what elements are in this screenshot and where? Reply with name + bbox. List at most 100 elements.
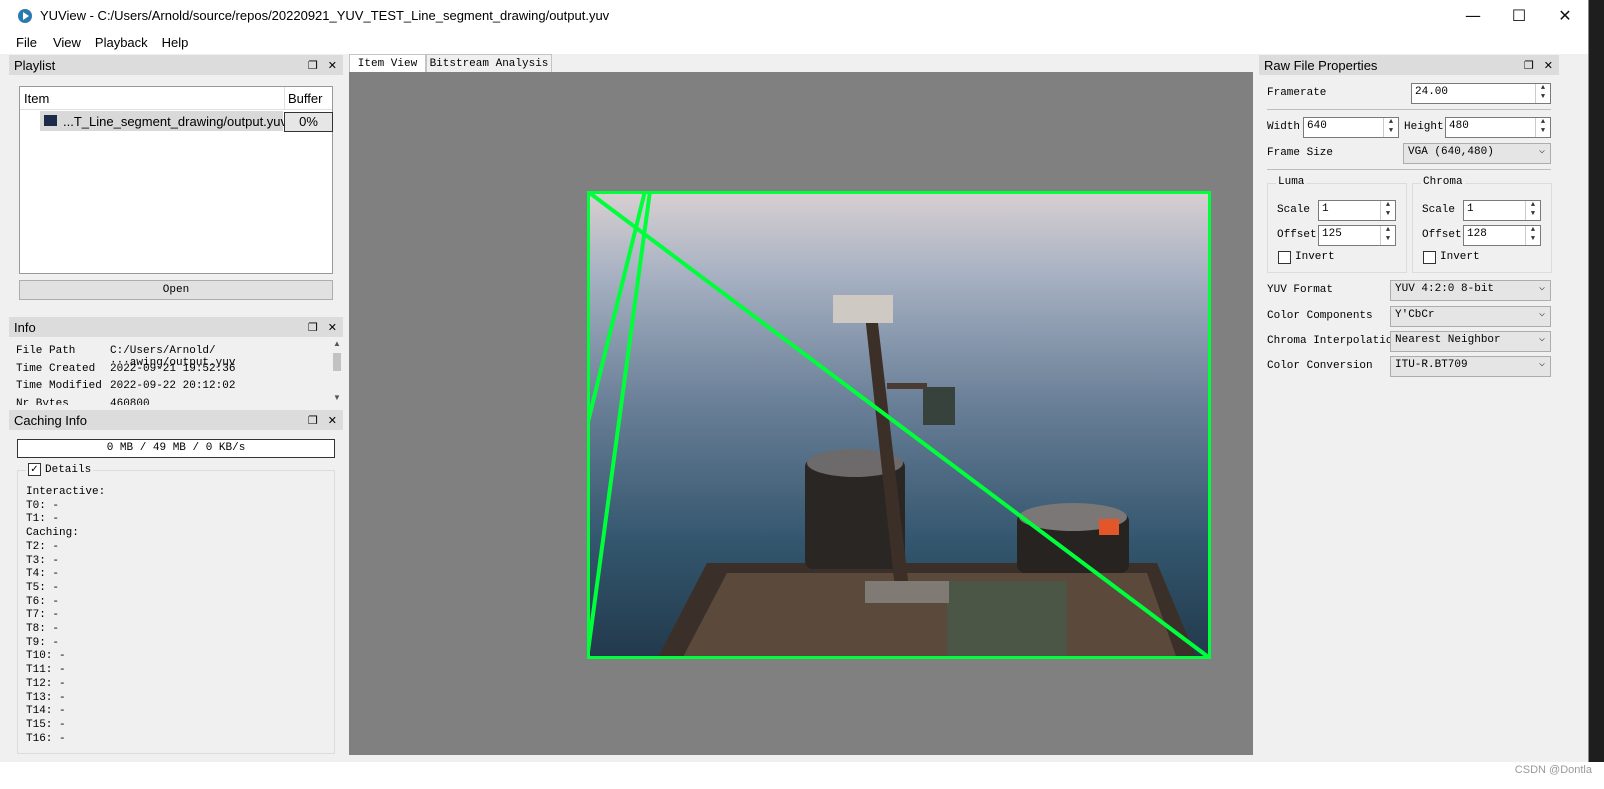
close-icon[interactable]: ✕	[328, 414, 337, 427]
menu-bar: File View Playback Help	[0, 31, 1588, 54]
playlist-item-name: ...T_Line_segment_drawing/output.yuv	[63, 114, 288, 129]
bottom-strip: CSDN @Dontla	[0, 762, 1604, 789]
spin-arrows-icon[interactable]: ▲ ▼	[1525, 201, 1540, 220]
item-view-canvas[interactable]	[349, 72, 1253, 755]
color-components-select[interactable]: Y'CbCr ⌵	[1390, 306, 1551, 327]
spin-arrows-icon[interactable]: ▲ ▼	[1525, 226, 1540, 245]
chevron-down-icon: ⌵	[1538, 359, 1545, 370]
buffer-progress: 0%	[284, 112, 333, 132]
info-dock: Info ❐ ✕ File Path C:/Users/Arnold/···awi…	[9, 317, 343, 405]
cache-line: T6: -	[26, 595, 60, 608]
cache-line: T13: -	[26, 691, 66, 704]
spin-arrows-icon[interactable]: ▲ ▼	[1383, 118, 1398, 137]
cache-line: T12: -	[26, 677, 66, 690]
close-icon[interactable]: ✕	[1544, 59, 1553, 72]
chroma-scale-label: Scale	[1422, 204, 1456, 216]
spin-arrows-icon[interactable]: ▲ ▼	[1535, 118, 1550, 137]
spin-arrows-icon[interactable]: ▲ ▼	[1380, 201, 1395, 220]
luma-scale-label: Scale	[1277, 204, 1311, 216]
close-button[interactable]: ✕	[1542, 0, 1588, 31]
details-checkbox-row[interactable]: ✓ Details	[26, 463, 94, 476]
menu-playback[interactable]: Playback	[95, 35, 148, 50]
tab-bitstream-analysis[interactable]: Bitstream Analysis	[426, 54, 552, 73]
spin-arrows-icon[interactable]: ▲ ▼	[1535, 84, 1550, 103]
chroma-interpolation-value: Nearest Neighbor	[1395, 334, 1501, 346]
pole-lamp	[923, 387, 955, 425]
luma-title: Luma	[1276, 176, 1307, 188]
width-spinbox[interactable]: 640 ▲ ▼	[1303, 117, 1399, 138]
close-icon[interactable]: ✕	[328, 321, 337, 334]
details-group: ✓ Details Interactive: T0: - T1: - Cachi…	[17, 463, 335, 754]
yuv-format-value: YUV 4:2:0 8-bit	[1395, 283, 1495, 295]
column-item[interactable]: Item	[24, 91, 49, 106]
cache-line: Interactive:	[26, 486, 106, 498]
color-conversion-select[interactable]: ITU-R.BT709 ⌵	[1390, 356, 1551, 377]
minimize-button[interactable]: —	[1450, 0, 1496, 31]
float-icon[interactable]: ❐	[308, 414, 318, 427]
chroma-interpolation-select[interactable]: Nearest Neighbor ⌵	[1390, 331, 1551, 352]
spin-arrows-icon[interactable]: ▲ ▼	[1380, 226, 1395, 245]
menu-file[interactable]: File	[16, 35, 37, 50]
menu-help[interactable]: Help	[162, 35, 189, 50]
info-table: File Path C:/Users/Arnold/···awing/outpu…	[9, 339, 331, 405]
info-key: Nr Bytes	[16, 398, 69, 405]
tab-item-view[interactable]: Item View	[349, 54, 426, 73]
dock-board	[947, 581, 1067, 659]
info-scrollbar[interactable]: ▲ ▼	[331, 339, 343, 402]
chroma-scale-spinbox[interactable]: 1 ▲ ▼	[1463, 200, 1541, 221]
framerate-value: 24.00	[1415, 86, 1449, 98]
menu-view[interactable]: View	[53, 35, 81, 50]
cache-line: T11: -	[26, 664, 66, 677]
info-value: 2022-09-21 19:52:36	[110, 363, 236, 375]
luma-invert-label: Invert	[1295, 251, 1335, 263]
video-frame	[587, 191, 1211, 659]
minimize-icon: —	[1465, 6, 1481, 25]
float-icon[interactable]: ❐	[308, 321, 318, 334]
luma-scale-value: 1	[1322, 203, 1329, 215]
height-spinbox[interactable]: 480 ▲ ▼	[1445, 117, 1551, 138]
chevron-down-icon: ⌵	[1538, 309, 1545, 320]
cache-line: T7: -	[26, 609, 60, 622]
chevron-down-icon: ⌵	[1538, 283, 1545, 294]
chroma-offset-spinbox[interactable]: 128 ▲ ▼	[1463, 225, 1541, 246]
open-button-label: Open	[162, 284, 190, 296]
float-icon[interactable]: ❐	[308, 59, 318, 72]
playlist-tree[interactable]: Item Buffer ...T_Line_segment_drawing/ou…	[19, 86, 333, 274]
float-icon[interactable]: ❐	[1524, 59, 1534, 72]
chroma-title: Chroma	[1421, 176, 1465, 188]
chroma-offset-value: 128	[1467, 228, 1487, 240]
details-checkbox[interactable]: ✓	[28, 463, 41, 476]
playlist-item[interactable]: ...T_Line_segment_drawing/output.yuv	[40, 111, 287, 131]
caching-title: Caching Info	[14, 412, 87, 428]
frame-size-select[interactable]: VGA (640,480) ⌵	[1403, 143, 1551, 164]
close-icon[interactable]: ✕	[328, 59, 337, 72]
column-buffer[interactable]: Buffer	[288, 91, 322, 106]
cache-lines: Interactive: T0: - T1: - Caching: T2: - …	[26, 486, 105, 746]
width-value: 640	[1307, 120, 1327, 132]
video-file-icon	[44, 115, 57, 126]
framerate-spinbox[interactable]: 24.00 ▲ ▼	[1411, 83, 1551, 104]
title-bar: YUView - C:/Users/Arnold/source/repos/20…	[0, 0, 1588, 31]
yuview-logo-icon	[18, 8, 32, 23]
cache-line: T9: -	[26, 636, 60, 649]
scroll-thumb[interactable]	[333, 353, 341, 371]
open-button[interactable]: Open	[19, 280, 333, 300]
pole-arm	[887, 383, 927, 389]
yuv-format-select[interactable]: YUV 4:2:0 8-bit ⌵	[1390, 280, 1551, 301]
luma-scale-spinbox[interactable]: 1 ▲ ▼	[1318, 200, 1396, 221]
cache-line: T1: -	[26, 513, 60, 526]
watermark-text: CSDN @Dontla	[1514, 764, 1592, 776]
chroma-interpolation-label: Chroma Interpolation	[1267, 335, 1400, 347]
playlist-title: Playlist	[14, 57, 56, 73]
chroma-group: Chroma Scale 1 ▲ ▼ Offset 128 ▲ ▼ Invert	[1412, 176, 1552, 273]
maximize-button[interactable]: ☐	[1496, 0, 1542, 31]
luma-invert-checkbox[interactable]	[1278, 251, 1291, 264]
luma-offset-spinbox[interactable]: 125 ▲ ▼	[1318, 225, 1396, 246]
props-title: Raw File Properties	[1264, 57, 1378, 73]
chroma-invert-checkbox[interactable]	[1423, 251, 1436, 264]
frame-size-value: VGA (640,480)	[1408, 146, 1494, 158]
main-window: YUView - C:/Users/Arnold/source/repos/20…	[0, 0, 1589, 779]
cache-status-bar: 0 MB / 49 MB / 0 KB/s	[17, 439, 335, 458]
cache-line: T3: -	[26, 554, 60, 567]
orange-light	[1099, 519, 1119, 535]
